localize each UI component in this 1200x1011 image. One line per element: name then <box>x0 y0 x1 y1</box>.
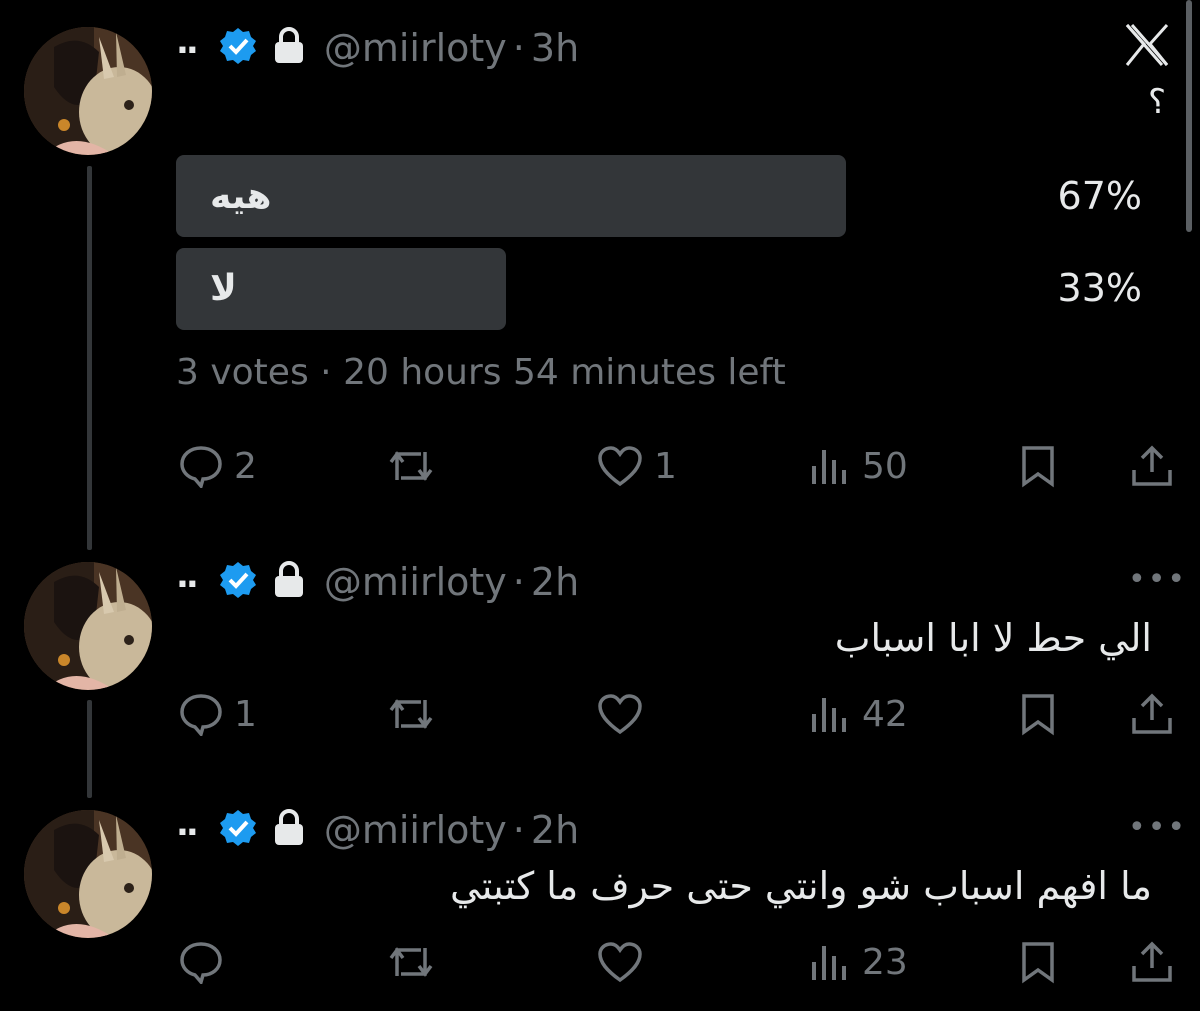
repost-icon <box>389 451 433 481</box>
bookmark-button[interactable] <box>1018 444 1058 488</box>
poll-option-percent: 67% <box>1057 174 1142 218</box>
repost-button[interactable] <box>385 444 437 488</box>
share-icon <box>1132 693 1172 734</box>
poll-option-percent: 33% <box>1057 266 1142 310</box>
separator: · <box>320 352 332 393</box>
heart-icon <box>598 446 642 487</box>
views-count: 42 <box>862 693 908 735</box>
avatar[interactable] <box>24 27 152 155</box>
lock-icon <box>272 26 306 70</box>
reply-icon <box>180 694 222 736</box>
reply-count: 2 <box>234 445 257 487</box>
verified-badge-icon <box>218 26 258 70</box>
display-name[interactable]: .. <box>176 807 199 841</box>
bookmark-icon <box>1022 446 1054 488</box>
avatar[interactable] <box>24 562 152 690</box>
more-options-button[interactable]: ••• <box>1128 562 1187 597</box>
share-button[interactable] <box>1130 442 1174 488</box>
poll-option-bar <box>176 155 846 237</box>
lock-icon <box>272 560 306 604</box>
views-button[interactable]: 23 <box>808 940 908 984</box>
views-button[interactable]: 42 <box>808 692 908 736</box>
share-button[interactable] <box>1130 690 1174 736</box>
thread-line <box>87 166 92 550</box>
post-text: ؟ <box>1148 82 1167 122</box>
timestamp[interactable]: 2h <box>531 560 579 604</box>
post-text: ما افهم اسباب شو وانتي حتى حرف ما كتبتي <box>450 864 1152 908</box>
avatar[interactable] <box>24 810 152 938</box>
views-icon <box>812 450 846 484</box>
poll-votes: 3 votes <box>176 352 309 393</box>
separator: · <box>512 560 525 604</box>
timestamp[interactable]: 3h <box>531 26 579 70</box>
verified-badge-icon <box>218 808 258 852</box>
reply-icon <box>180 446 222 488</box>
post-header: .. @miirloty · 2h <box>176 800 579 860</box>
bookmark-icon <box>1022 694 1054 736</box>
share-icon <box>1132 941 1172 982</box>
display-name[interactable]: .. <box>176 559 199 593</box>
verified-badge-icon <box>218 560 258 604</box>
reply-button[interactable] <box>178 940 224 984</box>
handle[interactable]: @miirloty <box>324 26 507 70</box>
bookmark-button[interactable] <box>1018 692 1058 736</box>
like-button[interactable] <box>596 692 644 736</box>
handle[interactable]: @miirloty <box>324 560 507 604</box>
repost-button[interactable] <box>385 940 437 984</box>
reply-icon <box>180 942 222 984</box>
x-close-icon[interactable] <box>1124 22 1170 72</box>
display-name[interactable]: .. <box>176 25 199 59</box>
poll-meta: 3 votes · 20 hours 54 minutes left <box>176 352 786 393</box>
views-count: 23 <box>862 941 908 983</box>
like-button[interactable] <box>596 940 644 984</box>
views-icon <box>812 946 846 980</box>
separator: · <box>512 808 525 852</box>
poll-option-label: لا <box>210 268 237 309</box>
heart-icon <box>598 694 642 735</box>
heart-icon <box>598 942 642 983</box>
reply-count: 1 <box>234 693 257 735</box>
views-icon <box>812 698 846 732</box>
reply-button[interactable]: 2 <box>178 444 257 488</box>
repost-icon <box>389 947 433 977</box>
post-header: .. @miirloty · 3h <box>176 18 579 78</box>
scrollbar[interactable] <box>1186 0 1192 232</box>
like-button[interactable]: 1 <box>596 444 677 488</box>
repost-button[interactable] <box>385 692 437 736</box>
reply-button[interactable]: 1 <box>178 692 257 736</box>
views-count: 50 <box>862 445 908 487</box>
poll-option-label: هيه <box>210 176 272 217</box>
lock-icon <box>272 808 306 852</box>
separator: · <box>512 26 525 70</box>
poll-time-left: 20 hours 54 minutes left <box>343 352 786 393</box>
timestamp[interactable]: 2h <box>531 808 579 852</box>
thread-line <box>87 700 92 798</box>
share-button[interactable] <box>1130 938 1174 984</box>
views-button[interactable]: 50 <box>808 444 908 488</box>
more-options-button[interactable]: ••• <box>1128 810 1187 845</box>
bookmark-button[interactable] <box>1018 940 1058 984</box>
post-header: .. @miirloty · 2h <box>176 552 579 612</box>
repost-icon <box>389 699 433 729</box>
handle[interactable]: @miirloty <box>324 808 507 852</box>
like-count: 1 <box>654 445 677 487</box>
post-text: الي حط لا ابا اسباب <box>834 616 1152 660</box>
bookmark-icon <box>1022 942 1054 984</box>
share-icon <box>1132 445 1172 486</box>
